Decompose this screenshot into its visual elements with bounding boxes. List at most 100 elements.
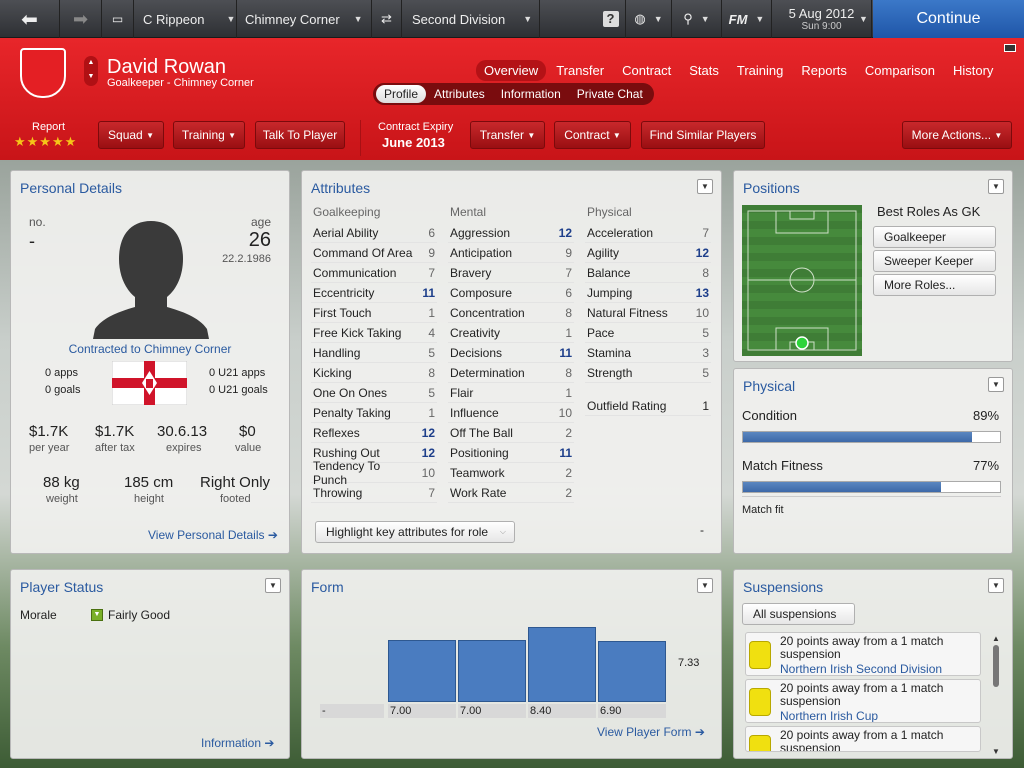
contracted-to-link[interactable]: Contracted to Chimney Corner <box>11 342 289 356</box>
panel-menu-dropdown[interactable]: ▼ <box>988 377 1004 392</box>
division-menu[interactable]: Second Division ▼ <box>402 0 540 38</box>
pitch-diagram <box>742 205 862 356</box>
fm-menu[interactable]: FM ▼ <box>722 0 772 38</box>
attribute-name: Work Rate <box>450 485 507 500</box>
chevron-down-icon[interactable]: ▼ <box>855 0 873 38</box>
attribute-name: Command Of Area <box>313 245 413 260</box>
suspensions-filter-select[interactable]: All suspensions <box>742 603 855 625</box>
competition-link[interactable]: Northern Irish Second Division <box>780 662 942 675</box>
attribute-row: Work Rate 2 <box>448 483 574 503</box>
tab-overview[interactable]: Overview <box>476 60 547 81</box>
morale-label: Morale <box>20 608 57 622</box>
panel-menu-dropdown[interactable]: ▼ <box>697 179 713 194</box>
division-name: Second Division <box>412 11 506 27</box>
scroll-up-icon[interactable]: ▲ <box>991 634 1001 643</box>
form-bar[interactable] <box>458 639 526 702</box>
form-bar[interactable] <box>528 627 596 702</box>
panel-menu-dropdown[interactable]: ▼ <box>988 179 1004 194</box>
suspension-item[interactable]: 20 points away from a 1 match suspension… <box>745 679 981 723</box>
form-bar[interactable] <box>388 639 456 702</box>
talk-to-player-button[interactable]: Talk To Player <box>255 121 345 149</box>
form-bar[interactable] <box>598 640 666 702</box>
tab-contract[interactable]: Contract <box>614 60 679 81</box>
subtab-information[interactable]: Information <box>493 85 569 103</box>
role-sweeper-keeper-select[interactable]: Sweeper Keeper <box>873 250 996 272</box>
goalkeeper-position-marker <box>795 336 809 350</box>
search-icon[interactable]: ⚲ ▼ <box>672 0 722 38</box>
attribute-name: Aerial Ability <box>313 225 379 240</box>
tab-training[interactable]: Training <box>729 60 791 81</box>
attribute-row: Composure 6 <box>448 283 574 303</box>
role-goalkeeper-select[interactable]: Goalkeeper <box>873 226 996 248</box>
attribute-row: Kicking 8 <box>311 363 437 383</box>
highlight-role-select[interactable]: Highlight key attributes for role ⌵ <box>315 521 515 543</box>
swap-icon[interactable]: ⇄ <box>372 0 402 38</box>
window-icon[interactable] <box>1004 44 1016 52</box>
scroll-down-icon[interactable]: ▼ <box>991 747 1001 756</box>
panel-menu-dropdown[interactable]: ▼ <box>697 578 713 593</box>
suspension-item[interactable]: 20 points away from a 1 match suspension <box>745 726 981 752</box>
tab-comparison[interactable]: Comparison <box>857 60 943 81</box>
morale-indicator-icon: ▼ <box>91 609 103 621</box>
transfer-button[interactable]: Transfer ▼ <box>470 121 545 149</box>
attribute-row: Bravery 7 <box>448 263 574 283</box>
form-rating-label: - <box>320 704 384 718</box>
yellow-card-icon <box>749 641 771 669</box>
tab-history[interactable]: History <box>945 60 1001 81</box>
subtab-attributes[interactable]: Attributes <box>426 85 493 103</box>
form-rating-label: 8.40 <box>528 704 596 718</box>
competition-link[interactable]: Northern Irish Cup <box>780 709 878 722</box>
suspensions-scrollbar[interactable]: ▲ ▼ <box>991 634 1001 756</box>
preferred-foot-label: footed <box>220 493 251 505</box>
attribute-name: Eccentricity <box>313 285 375 300</box>
globe-icon[interactable]: ◍ ▼ <box>626 0 672 38</box>
chevron-down-icon: ▼ <box>228 130 237 140</box>
tab-transfer[interactable]: Transfer <box>548 60 612 81</box>
attribute-value: 5 <box>702 365 709 380</box>
back-icon[interactable]: ⬅ <box>0 0 60 38</box>
suspension-text: 20 points away from a 1 match suspension <box>780 728 944 752</box>
view-player-form-link[interactable]: View Player Form ➔ <box>597 725 705 739</box>
more-roles-select[interactable]: More Roles... <box>873 274 996 296</box>
help-icon[interactable]: ? <box>596 0 626 38</box>
squad-button[interactable]: Squad ▼ <box>98 121 164 149</box>
tab-stats[interactable]: Stats <box>681 60 727 81</box>
panel-title: Form <box>311 579 344 595</box>
view-personal-details-link[interactable]: View Personal Details ➔ <box>148 528 278 542</box>
panel-title: Suspensions <box>743 579 824 595</box>
subtab-private-chat[interactable]: Private Chat <box>569 85 651 103</box>
tab-reports[interactable]: Reports <box>793 60 855 81</box>
inbox-icon[interactable]: ▭ <box>102 0 134 38</box>
chevron-down-icon: ▼ <box>994 130 1003 140</box>
subtab-profile[interactable]: Profile <box>376 85 427 103</box>
training-button[interactable]: Training ▼ <box>173 121 245 149</box>
attribute-row: Stamina 3 <box>585 343 711 363</box>
more-actions-button[interactable]: More Actions... ▼ <box>902 121 1012 149</box>
player-switcher[interactable]: ▲ ▼ <box>84 56 98 86</box>
attribute-value: 5 <box>702 325 709 340</box>
panel-menu-dropdown[interactable]: ▼ <box>265 578 281 593</box>
contract-button[interactable]: Contract ▼ <box>554 121 631 149</box>
information-link[interactable]: Information ➔ <box>201 736 274 750</box>
player-silhouette-icon <box>93 221 209 339</box>
attribute-name: Decisions <box>450 345 503 360</box>
form-rating-label: 7.00 <box>458 704 526 718</box>
attribute-value: 7 <box>702 225 709 240</box>
manager-menu[interactable]: C Rippeon ▼ <box>134 0 237 38</box>
panel-title: Player Status <box>20 579 104 595</box>
panel-menu-dropdown[interactable]: ▼ <box>988 578 1004 593</box>
find-similar-players-button[interactable]: Find Similar Players <box>641 121 765 149</box>
attribute-value: 12 <box>421 425 435 440</box>
attribute-row: Positioning 11 <box>448 443 574 463</box>
player-value-label: value <box>235 442 262 454</box>
attribute-value: 7 <box>565 265 572 280</box>
yellow-card-icon <box>749 688 771 716</box>
suspension-item[interactable]: 20 points away from a 1 match suspension… <box>745 632 981 676</box>
attribute-value: 11 <box>559 345 572 360</box>
forward-icon[interactable]: ➡ <box>60 0 102 38</box>
club-menu[interactable]: Chimney Corner ▼ <box>237 0 372 38</box>
scroll-thumb[interactable] <box>993 645 999 687</box>
goalkeeping-column: Goalkeeping Aerial Ability 6 Command Of Ar… <box>311 203 437 503</box>
continue-button[interactable]: Continue <box>873 0 1024 38</box>
chevron-down-icon: ▼ <box>612 130 621 140</box>
